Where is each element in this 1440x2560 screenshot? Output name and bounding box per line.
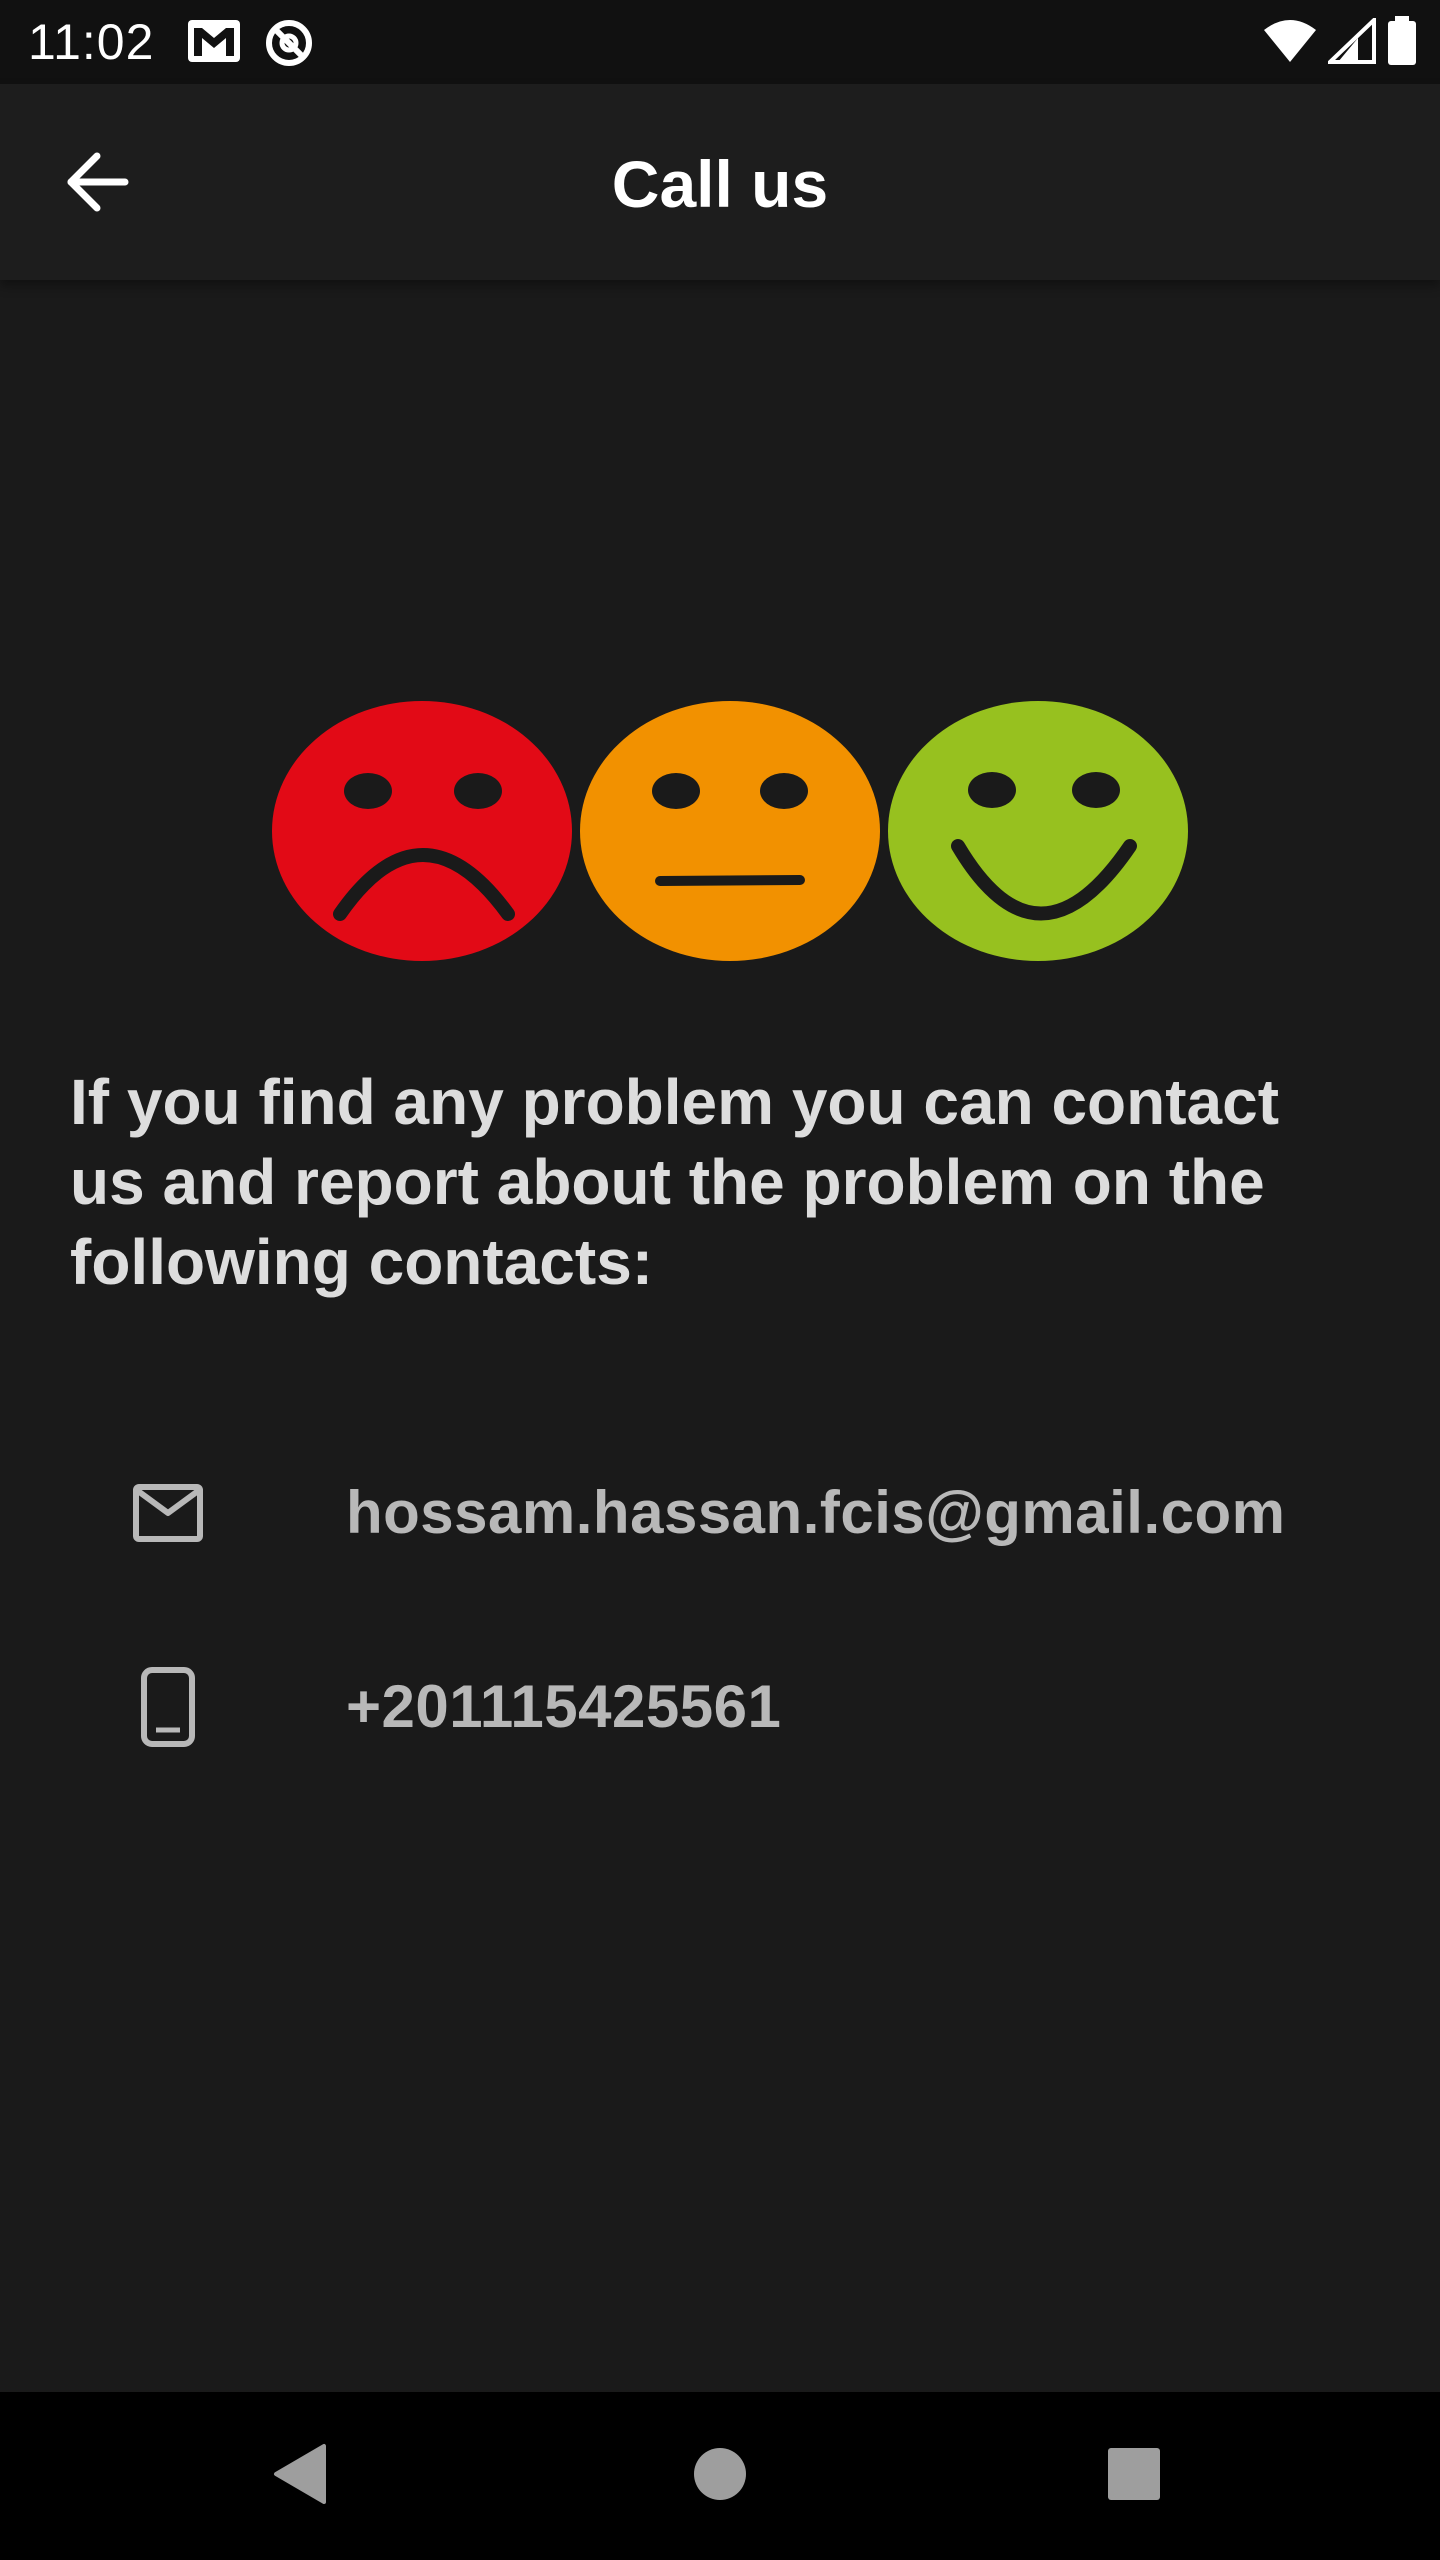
status-bar: 11:02 <box>0 0 1440 84</box>
mail-icon <box>126 1458 210 1568</box>
email-contact[interactable]: hossam.hassan.fcis@gmail.com <box>126 1458 1326 1568</box>
contact-message: If you find any problem you can contact … <box>70 1066 1280 1298</box>
nav-back-button[interactable] <box>250 2426 350 2526</box>
nav-home-button[interactable] <box>670 2426 770 2526</box>
battery-icon <box>1386 16 1418 71</box>
app-bar: Call us <box>0 84 1440 280</box>
status-time: 11:02 <box>28 14 155 70</box>
gmail-icon <box>186 18 242 73</box>
signal-icon <box>1325 15 1376 69</box>
email-address[interactable]: hossam.hassan.fcis@gmail.com <box>346 1473 1286 1553</box>
phone-contact[interactable]: +201115425561 <box>126 1652 1326 1762</box>
neutral-face-icon <box>580 701 880 961</box>
wifi-icon <box>1262 18 1318 69</box>
phone-number[interactable]: +201115425561 <box>346 1667 781 1747</box>
system-nav-bar <box>0 2392 1440 2560</box>
feedback-faces-illustration <box>270 696 1190 966</box>
nav-recents-button[interactable] <box>1084 2426 1184 2526</box>
recents-square-icon[interactable] <box>1106 2446 1162 2507</box>
sad-face-icon <box>272 701 572 961</box>
no-disturb-icon <box>264 18 314 73</box>
phone-icon <box>126 1652 210 1762</box>
page-title: Call us <box>611 147 829 221</box>
happy-face-icon <box>888 701 1188 961</box>
home-circle-icon[interactable] <box>692 2446 748 2507</box>
back-triangle-icon[interactable] <box>270 2442 330 2511</box>
